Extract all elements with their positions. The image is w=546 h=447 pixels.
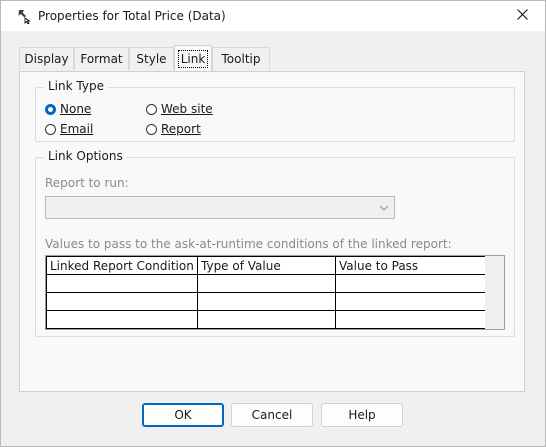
help-button[interactable]: Help [321,403,403,427]
link-tab-panel: Link Type None Web site Email Report Lin… [19,71,525,392]
radio-web-site[interactable]: Web site [146,102,213,116]
close-button[interactable] [499,1,545,31]
conditions-table: Linked Report Condition Type of Value Va… [46,256,487,329]
radio-email-circle [45,123,56,135]
table-cell[interactable] [335,292,487,311]
col-value-to-pass[interactable]: Value to Pass [335,256,487,275]
col-type-of-value[interactable]: Type of Value [197,256,336,275]
properties-dialog: Properties for Total Price (Data) Displa… [0,0,546,447]
link-type-title: Link Type [44,79,108,93]
tab-display-label: Display [24,52,69,66]
col-linked-report-condition[interactable]: Linked Report Condition [46,256,198,275]
tab-style-label: Style [136,52,167,66]
tab-format[interactable]: Format [74,47,129,70]
report-to-run-label: Report to run: [45,176,129,190]
radio-email[interactable]: Email [45,122,93,136]
radio-report[interactable]: Report [146,122,201,136]
link-options-title: Link Options [44,149,127,163]
radio-none-circle [45,103,56,115]
close-icon [516,9,528,23]
radio-web-site-label: Web site [161,102,213,116]
tab-tooltip[interactable]: Tooltip [212,47,270,70]
radio-report-circle [146,123,157,135]
tab-link[interactable]: Link [174,45,212,71]
tab-display[interactable]: Display [19,47,74,70]
radio-none[interactable]: None [45,102,91,116]
table-cell[interactable] [46,310,198,329]
table-row[interactable] [46,292,487,311]
tab-link-label: Link [177,49,209,68]
table-cell[interactable] [197,292,336,311]
wrench-cursor-icon [15,8,31,25]
report-to-run-combo[interactable] [45,196,395,219]
radio-web-site-circle [146,103,157,115]
table-cell[interactable] [335,274,487,293]
radio-report-label: Report [161,122,201,136]
grid-scroll-area [485,256,504,329]
table-row[interactable] [46,274,487,293]
radio-email-label: Email [60,122,94,136]
tab-tooltip-label: Tooltip [221,52,261,66]
title-bar: Properties for Total Price (Data) [1,1,545,31]
window-title: Properties for Total Price (Data) [38,9,226,23]
radio-none-label: None [60,102,92,116]
table-cell[interactable] [46,274,198,293]
ok-button[interactable]: OK [142,403,224,427]
link-options-group: Link Options Report to run: Values to pa… [35,149,515,337]
table-cell[interactable] [335,310,487,329]
table-cell[interactable] [197,310,336,329]
values-to-pass-label: Values to pass to the ask-at-runtime con… [45,237,452,251]
table-cell[interactable] [46,292,198,311]
header-row: Linked Report Condition Type of Value Va… [46,256,487,275]
chevron-down-icon [379,202,389,216]
conditions-grid[interactable]: Linked Report Condition Type of Value Va… [45,255,505,330]
tab-format-label: Format [80,52,123,66]
table-row[interactable] [46,310,487,329]
table-cell[interactable] [197,274,336,293]
cancel-button[interactable]: Cancel [231,403,313,427]
link-type-group: Link Type None Web site Email Report [35,79,515,142]
tab-style[interactable]: Style [129,47,174,70]
